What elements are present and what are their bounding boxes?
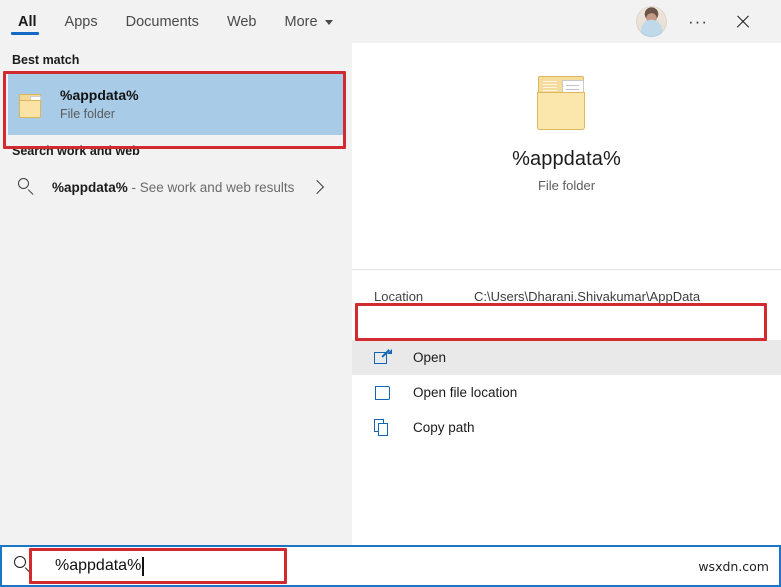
chevron-down-icon [325,20,333,25]
tab-web-label: Web [227,14,257,30]
tab-more[interactable]: More [271,0,347,43]
watermark: wsxdn.com [698,559,769,574]
tab-all[interactable]: All [0,0,51,43]
avatar[interactable] [636,6,667,37]
tab-all-label: All [18,14,37,30]
tab-apps-label: Apps [65,14,98,30]
close-icon [735,14,750,29]
web-search-suffix: - See work and web results [128,180,295,195]
folder-location-icon [374,384,392,402]
header-actions: ··· [636,6,767,38]
ellipsis-icon: ··· [688,17,708,27]
tab-strip: All Apps Documents Web More [0,0,347,43]
preview-actions: Open Open file location Copy path [352,340,781,445]
chevron-right-icon[interactable] [310,180,324,194]
best-match-title: %appdata% [60,86,139,104]
preview-hero: %appdata% File folder [352,47,781,269]
preview-subtitle: File folder [538,178,595,193]
best-match-result-row[interactable]: %appdata% File folder [8,73,346,135]
search-flyout-window: All Apps Documents Web More ··· [0,0,781,545]
open-in-new-icon [374,349,392,367]
search-icon[interactable] [14,556,35,577]
search-icon [18,178,36,196]
web-search-result-row[interactable]: %appdata% - See work and web results [4,164,348,210]
action-open-label: Open [413,350,446,365]
folder-icon [536,73,598,131]
location-row: Location C:\Users\Dharani.Shivakumar\App… [352,270,781,322]
action-copy-path-label: Copy path [413,420,475,435]
folder-icon [18,92,46,117]
search-body: Best match %appdata% File folder Search … [0,43,781,545]
web-section-header: Search work and web [0,135,352,164]
action-copy-path[interactable]: Copy path [352,410,781,445]
action-open-file-location[interactable]: Open file location [352,375,781,410]
search-input-value: %appdata% [43,557,141,575]
location-label: Location [374,289,474,304]
tab-more-label: More [285,14,318,30]
action-open[interactable]: Open [352,340,781,375]
tab-documents-label: Documents [126,14,199,30]
search-input[interactable]: %appdata% wsxdn.com [43,547,779,585]
web-search-text: %appdata% - See work and web results [52,180,294,195]
taskbar-search-bar: %appdata% wsxdn.com [0,545,781,587]
close-button[interactable] [721,6,763,38]
more-options-button[interactable]: ··· [677,6,719,38]
results-pane: Best match %appdata% File folder Search … [0,43,352,545]
action-open-file-location-label: Open file location [413,385,517,400]
preview-title: %appdata% [512,148,621,171]
preview-pane: %appdata% File folder Location C:\Users\… [352,43,781,545]
best-match-subtitle: File folder [60,106,139,123]
tab-web[interactable]: Web [213,0,271,43]
text-caret [142,557,143,576]
tab-apps[interactable]: Apps [51,0,112,43]
best-match-texts: %appdata% File folder [60,86,139,123]
web-search-query: %appdata% [52,180,128,195]
best-match-section-header: Best match [0,50,352,73]
copy-icon [374,419,392,437]
location-path-link[interactable]: C:\Users\Dharani.Shivakumar\AppData [474,289,700,304]
tab-documents[interactable]: Documents [112,0,213,43]
search-header: All Apps Documents Web More ··· [0,0,781,43]
